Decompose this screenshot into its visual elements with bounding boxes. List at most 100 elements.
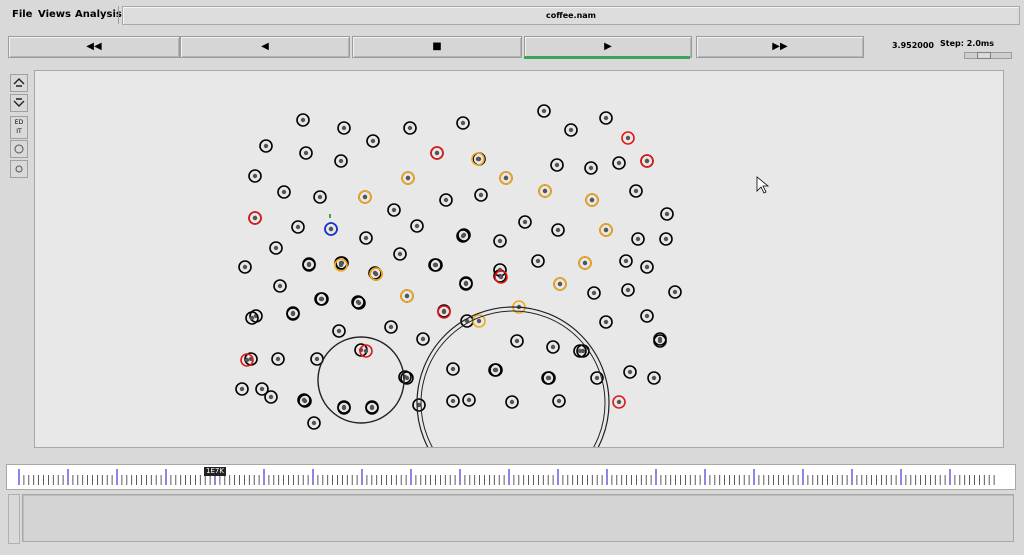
fast-forward-button[interactable]: ▶▶	[696, 36, 864, 58]
node-label-dot	[281, 189, 287, 195]
node-label-dot	[450, 366, 456, 372]
window-title: coffee.nam	[122, 6, 1020, 25]
node-label-dot	[582, 260, 588, 266]
node-label-dot	[363, 348, 369, 354]
node-label-dot	[338, 262, 344, 268]
timeline-marker[interactable]: 1E7K	[204, 467, 226, 476]
zoom-out-icon[interactable]	[10, 94, 28, 112]
step-back-button[interactable]: ◀	[180, 36, 350, 58]
node-label-dot	[259, 386, 265, 392]
menu-views[interactable]: Views	[38, 9, 71, 20]
node-label-dot	[644, 264, 650, 270]
timeline-slider[interactable]: 1E7K	[6, 464, 1016, 490]
node-label-dot	[623, 258, 629, 264]
node-label-dot	[478, 192, 484, 198]
node-label-dot	[373, 271, 379, 277]
node-label-dot	[522, 219, 528, 225]
node-label-dot	[594, 375, 600, 381]
node-label-dot	[290, 310, 296, 316]
node-label-dot	[311, 420, 317, 426]
node-label-dot	[663, 236, 669, 242]
node-label-dot	[252, 173, 258, 179]
node-label-dot	[545, 375, 551, 381]
node-label-dot	[336, 328, 342, 334]
node-label-dot	[554, 162, 560, 168]
annotation-panel	[22, 494, 1014, 542]
node-label-dot	[644, 313, 650, 319]
stop-button[interactable]: ■	[352, 36, 522, 58]
node-label-dot	[651, 375, 657, 381]
node-label-dot	[273, 245, 279, 251]
node-label-dot	[625, 135, 631, 141]
node-label-dot	[556, 398, 562, 404]
node-label-dot	[295, 224, 301, 230]
node-label-dot	[391, 207, 397, 213]
node-label-dot	[306, 261, 312, 267]
node-label-dot	[249, 315, 255, 321]
node-label-dot	[672, 289, 678, 295]
menu-bar: File Views Analysis coffee.nam	[0, 0, 1024, 30]
node-label-dot	[475, 156, 481, 162]
step-slider-thumb[interactable]	[977, 52, 991, 59]
node-label-dot	[492, 367, 498, 373]
node-label-dot	[557, 281, 563, 287]
node-label-dot	[268, 394, 274, 400]
step-slider[interactable]	[964, 52, 1012, 59]
node-label-dot	[460, 120, 466, 126]
rewind-button[interactable]: ◀◀	[8, 36, 180, 58]
node-label-dot	[405, 175, 411, 181]
node-label-dot	[263, 143, 269, 149]
menu-analysis[interactable]: Analysis	[75, 9, 122, 20]
node-label-dot	[341, 405, 347, 411]
node-label-dot	[388, 324, 394, 330]
node-label-dot	[434, 150, 440, 156]
node-label-dot	[317, 194, 323, 200]
node-label-dot	[275, 356, 281, 362]
transmission-range-circle	[416, 306, 610, 447]
node-label-dot	[580, 348, 586, 354]
node-label-dot	[460, 233, 466, 239]
node-label-dot	[319, 296, 325, 302]
menu-file[interactable]: File	[12, 9, 32, 20]
edit-button[interactable]: ED IT	[10, 116, 28, 139]
annotation-scrollbar[interactable]	[8, 494, 20, 544]
node-label-dot	[314, 356, 320, 362]
node-label-dot	[369, 405, 375, 411]
node-label-dot	[466, 397, 472, 403]
packet-marker	[329, 214, 331, 218]
diamond-tool-icon[interactable]	[10, 160, 28, 178]
node-label-dot	[568, 127, 574, 133]
node-label-dot	[328, 226, 334, 232]
network-drawing	[235, 104, 770, 447]
timeline-ticks	[18, 469, 995, 485]
menu-separator	[118, 6, 119, 24]
network-canvas[interactable]	[34, 70, 1004, 448]
node-label-dot	[277, 283, 283, 289]
play-button[interactable]: ▶	[524, 36, 692, 58]
node-label-dot	[338, 158, 344, 164]
node-label-dot	[616, 399, 622, 405]
node-label-dot	[252, 215, 258, 221]
node-label-dot	[362, 194, 368, 200]
circle-tool-icon[interactable]	[10, 140, 28, 158]
node-label-dot	[443, 197, 449, 203]
node-label-dot	[356, 300, 362, 306]
node-label-dot	[497, 238, 503, 244]
node-label-dot	[441, 309, 447, 315]
zoom-in-icon[interactable]	[10, 74, 28, 92]
node-label-dot	[433, 262, 439, 268]
step-label: Step: 2.0ms	[940, 39, 994, 48]
mouse-cursor-icon	[756, 176, 770, 194]
node-label-dot	[244, 357, 250, 363]
node-label-dot	[635, 236, 641, 242]
node-label-dot	[503, 175, 509, 181]
node-label-dot	[589, 197, 595, 203]
node-label-dot	[498, 274, 504, 280]
node-label-dot	[420, 336, 426, 342]
node-label-dot	[300, 117, 306, 123]
node-label-dot	[414, 223, 420, 229]
step-control: Step: 2.0ms	[936, 36, 1012, 60]
node-label-dot	[302, 398, 308, 404]
node-label-dot	[407, 125, 413, 131]
node-label-dot	[541, 108, 547, 114]
